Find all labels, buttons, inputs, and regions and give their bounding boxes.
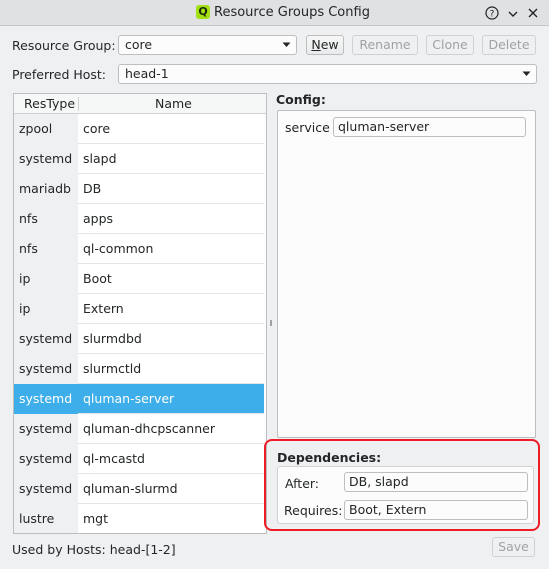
cell-name: DB bbox=[78, 174, 264, 204]
cell-name: Extern bbox=[78, 294, 264, 324]
cell-name: mgt bbox=[78, 504, 264, 533]
cell-name: core bbox=[78, 114, 264, 144]
table-header: ResType Name bbox=[14, 94, 266, 114]
table-row[interactable]: lustre mgt bbox=[14, 504, 266, 533]
after-field[interactable]: DB, slapd bbox=[344, 472, 528, 492]
rename-button[interactable]: Rename bbox=[352, 35, 418, 55]
service-label: service bbox=[285, 120, 330, 135]
config-title: Config: bbox=[276, 92, 326, 107]
cell-name: slapd bbox=[78, 144, 264, 174]
cell-name: qluman-dhcpscanner bbox=[78, 414, 264, 444]
help-icon[interactable]: ? bbox=[484, 5, 500, 21]
config-panel bbox=[277, 110, 536, 438]
chevron-down-icon bbox=[282, 42, 291, 47]
table-row[interactable]: nfs ql-common bbox=[14, 234, 266, 264]
app-icon: Q bbox=[196, 5, 210, 19]
column-header-restype[interactable]: ResType bbox=[24, 96, 75, 111]
save-button[interactable]: Save bbox=[492, 537, 535, 557]
cell-restype: ip bbox=[14, 264, 78, 294]
cell-name: ql-common bbox=[78, 234, 264, 264]
minimize-icon[interactable] bbox=[505, 5, 521, 21]
resource-group-label: Resource Group: bbox=[12, 38, 116, 53]
cell-restype: zpool bbox=[14, 114, 78, 144]
after-label: After: bbox=[285, 476, 320, 491]
chevron-down-icon bbox=[522, 71, 531, 76]
cell-name: slurmctld bbox=[78, 354, 264, 384]
table-row[interactable]: systemd qluman-slurmd bbox=[14, 474, 266, 504]
table-row[interactable]: systemd qluman-dhcpscanner bbox=[14, 414, 266, 444]
cell-restype: systemd bbox=[14, 354, 78, 384]
resource-group-value: core bbox=[125, 37, 153, 52]
table-row[interactable]: systemd ql-mcastd bbox=[14, 444, 266, 474]
cell-restype: systemd bbox=[14, 144, 78, 174]
close-icon[interactable] bbox=[525, 5, 541, 21]
requires-field[interactable]: Boot, Extern bbox=[344, 500, 528, 520]
cell-restype: nfs bbox=[14, 204, 78, 234]
cell-name: Boot bbox=[78, 264, 264, 294]
cell-name: slurmdbd bbox=[78, 324, 264, 354]
new-button[interactable]: New bbox=[306, 35, 344, 55]
title-bar: Q Resource Groups Config ? bbox=[0, 0, 549, 26]
preferred-host-label: Preferred Host: bbox=[12, 67, 107, 82]
table-row[interactable]: systemd slurmdbd bbox=[14, 324, 266, 354]
cell-name: apps bbox=[78, 204, 264, 234]
table-row[interactable]: systemd qluman-server bbox=[14, 384, 266, 414]
cell-restype: systemd bbox=[14, 324, 78, 354]
dependencies-title: Dependencies: bbox=[277, 450, 382, 465]
cell-restype: nfs bbox=[14, 234, 78, 264]
table-row[interactable]: ip Extern bbox=[14, 294, 266, 324]
table-row[interactable]: systemd slapd bbox=[14, 144, 266, 174]
preferred-host-value: head-1 bbox=[125, 66, 169, 81]
clone-button[interactable]: Clone bbox=[426, 35, 474, 55]
preferred-host-select[interactable]: head-1 bbox=[118, 64, 537, 84]
svg-text:?: ? bbox=[490, 10, 495, 20]
window-title: Resource Groups Config bbox=[214, 5, 370, 20]
table-row[interactable]: mariadb DB bbox=[14, 174, 266, 204]
cell-restype: ip bbox=[14, 294, 78, 324]
cell-restype: lustre bbox=[14, 504, 78, 533]
table-row[interactable]: systemd slurmctld bbox=[14, 354, 266, 384]
resource-groups-window: Q Resource Groups Config ? Resource Grou… bbox=[0, 0, 549, 569]
cell-restype: systemd bbox=[14, 414, 78, 444]
cell-restype: systemd bbox=[14, 444, 78, 474]
cell-restype: systemd bbox=[14, 384, 78, 414]
table-body: zpool core systemd slapd mariadb DB nfs apps nfs… bbox=[14, 114, 266, 533]
service-field[interactable]: qluman-server bbox=[333, 117, 526, 137]
column-header-name[interactable]: Name bbox=[155, 96, 192, 111]
cell-name: ql-mcastd bbox=[78, 444, 264, 474]
table-row[interactable]: ip Boot bbox=[14, 264, 266, 294]
delete-button[interactable]: Delete bbox=[482, 35, 536, 55]
cell-name: qluman-slurmd bbox=[78, 474, 264, 504]
table-row[interactable]: nfs apps bbox=[14, 204, 266, 234]
splitter-handle[interactable] bbox=[270, 320, 272, 326]
resources-table: ResType Name zpool core systemd slapd mariad… bbox=[13, 93, 267, 534]
requires-label: Requires: bbox=[284, 503, 343, 518]
cell-restype: mariadb bbox=[14, 174, 78, 204]
cell-name: qluman-server bbox=[78, 384, 264, 414]
table-row[interactable]: zpool core bbox=[14, 114, 266, 144]
used-by-hosts: Used by Hosts: head-[1-2] bbox=[12, 542, 176, 557]
cell-restype: systemd bbox=[14, 474, 78, 504]
resource-group-select[interactable]: core bbox=[118, 35, 297, 55]
